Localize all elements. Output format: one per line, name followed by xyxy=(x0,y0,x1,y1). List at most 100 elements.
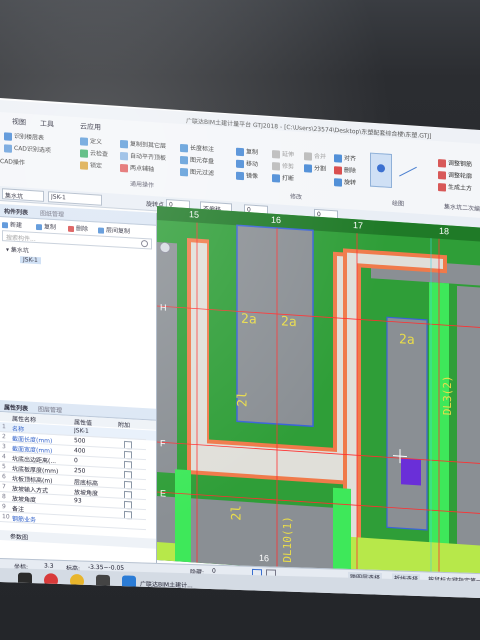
axis-label-e: E xyxy=(160,488,167,499)
property-row-number: 5 xyxy=(2,463,6,471)
save-icon xyxy=(180,155,188,164)
canvas-svg xyxy=(157,206,480,582)
ribbon-item-merge[interactable]: 合并 xyxy=(304,150,326,161)
move-icon xyxy=(236,159,244,168)
copy-component-button[interactable]: 复制 xyxy=(36,221,56,231)
trim-icon xyxy=(272,161,280,171)
property-row-number: 8 xyxy=(2,493,6,501)
tree-node-jsk1[interactable]: JSK-1 xyxy=(20,256,41,265)
ribbon-item-copy-to-floor[interactable]: 复制到其它层 xyxy=(120,138,166,151)
ribbon-item-lock[interactable]: 锁定 xyxy=(80,159,102,170)
cloud-check-icon xyxy=(80,148,88,158)
align-icon xyxy=(334,153,342,163)
ribbon-item-save-elem[interactable]: 图元存盘 xyxy=(180,154,214,166)
draw-line-icon[interactable] xyxy=(396,158,420,184)
ribbon-item-floor-table[interactable]: 识别楼层表 xyxy=(4,130,44,142)
draw-point-button[interactable] xyxy=(370,152,392,189)
tree-node-pit[interactable]: ▾ 集水坑 xyxy=(6,244,29,254)
viewcube-icon[interactable] xyxy=(159,242,171,253)
ribbon-item-extend[interactable]: 延伸 xyxy=(272,148,294,159)
tab-properties[interactable]: 属性列表 xyxy=(4,402,28,412)
break-icon xyxy=(272,173,280,183)
search-icon[interactable] xyxy=(141,239,148,248)
ribbon-item-cad-ops[interactable]: CAD操作 xyxy=(0,156,25,167)
drawing-canvas[interactable]: 15 16 17 18 H F E 16 2a 2a 2a 2l 2l DL3(… xyxy=(157,206,480,582)
tab-component-list[interactable]: 构件列表 xyxy=(4,206,28,216)
earthwork-icon xyxy=(438,182,446,192)
yellow-corner xyxy=(157,542,175,562)
search-placeholder: 搜索构件... xyxy=(6,234,36,243)
layer-select[interactable]: 集水坑 xyxy=(2,188,44,202)
property-value[interactable] xyxy=(74,507,114,509)
axis-label-18: 18 xyxy=(439,225,450,237)
pit-element[interactable] xyxy=(401,458,421,486)
property-row-number: 7 xyxy=(2,483,6,491)
group-label-modify: 修改 xyxy=(290,193,303,202)
ribbon-item-adjust-outline[interactable]: 调整轮廓 xyxy=(438,169,472,181)
property-row-number: 6 xyxy=(2,473,6,481)
ribbon-item-rotate[interactable]: 旋转 xyxy=(334,176,356,187)
ribbon-item-move[interactable]: 移动 xyxy=(236,158,258,169)
tab-layer-mgmt[interactable]: 图层管理 xyxy=(38,404,62,414)
ribbon-item-break[interactable]: 打断 xyxy=(272,172,294,183)
cad-label-dl3: DL3(2) xyxy=(441,375,454,416)
outline-icon xyxy=(438,170,446,180)
delete-icon xyxy=(334,165,342,175)
tab-cloud[interactable]: 云应用 xyxy=(80,121,101,132)
ribbon-item-copy[interactable]: 复制 xyxy=(236,146,258,157)
ribbon-item-delete[interactable]: 删除 xyxy=(334,164,356,175)
property-row-number: 3 xyxy=(2,443,6,451)
floor-copy-button[interactable]: 层间复制 xyxy=(98,224,130,235)
row-divider xyxy=(0,521,146,531)
ribbon-item-trim[interactable]: 修剪 xyxy=(272,160,294,171)
copy-icon xyxy=(236,147,244,156)
floor-copy-icon xyxy=(98,226,104,234)
axis-label-16: 16 xyxy=(271,214,282,226)
table-icon xyxy=(4,131,12,141)
align-icon xyxy=(120,151,128,161)
tab-drawing-mgmt[interactable]: 图纸管理 xyxy=(40,208,64,218)
axis-label-h: H xyxy=(160,302,167,313)
ribbon-item-align[interactable]: 对齐 xyxy=(334,152,356,163)
ribbon-item-earthwork[interactable]: 生成土方 xyxy=(438,181,472,193)
tab-view[interactable]: 视图 xyxy=(12,117,26,128)
copy-icon xyxy=(36,223,42,230)
define-icon xyxy=(80,136,88,146)
new-button[interactable]: 新建 xyxy=(2,219,22,229)
point-icon xyxy=(377,164,385,173)
split-icon xyxy=(304,163,312,173)
property-row-number: 9 xyxy=(2,503,6,511)
ribbon-item-auto-align[interactable]: 自动平齐顶板 xyxy=(120,150,166,163)
cad-label-2a-1: 2a xyxy=(241,311,257,328)
ribbon-item-define[interactable]: 定义 xyxy=(80,135,102,146)
axis-label-15: 15 xyxy=(189,209,200,220)
delete-icon xyxy=(68,225,74,232)
ribbon-item-filter[interactable]: 图元过滤 xyxy=(180,166,214,178)
axis-label-f: F xyxy=(160,438,166,449)
param-diagram-button[interactable]: 参数图 xyxy=(10,532,28,542)
cad-label-2a-3: 2a xyxy=(399,332,415,349)
component-select[interactable]: JSK-1 xyxy=(48,191,102,206)
delete-component-button[interactable]: 删除 xyxy=(68,223,88,233)
group-label-pit-edit: 集水坑二次编辑 xyxy=(444,203,480,214)
extend-icon xyxy=(272,149,280,159)
beam-left xyxy=(175,469,191,563)
axis-icon xyxy=(120,163,128,173)
cad-label-2l-1: 2l xyxy=(235,390,251,408)
axis-label-16-bottom: 16 xyxy=(259,552,270,564)
property-row-number: 1 xyxy=(2,423,6,431)
property-value[interactable] xyxy=(74,517,114,519)
ribbon-item-cloud-check[interactable]: 云检查 xyxy=(80,147,108,158)
ribbon-item-adjust-rebar[interactable]: 调整钢筋 xyxy=(438,157,472,169)
ribbon-item-cad-options[interactable]: CAD识别选项 xyxy=(4,142,51,155)
far-right-slab xyxy=(457,285,480,582)
axis-label-17: 17 xyxy=(353,220,364,231)
filter-icon xyxy=(180,167,188,176)
tab-tools[interactable]: 工具 xyxy=(40,119,54,130)
rebar-icon xyxy=(438,158,446,168)
copy-floor-icon xyxy=(120,139,128,149)
ribbon-item-mirror[interactable]: 镜像 xyxy=(236,170,258,181)
ribbon-item-length-dim[interactable]: 长度标注 xyxy=(180,142,214,154)
ribbon-item-split[interactable]: 分割 xyxy=(304,162,326,173)
ribbon-item-two-point-axis[interactable]: 两点辅轴 xyxy=(120,162,154,174)
